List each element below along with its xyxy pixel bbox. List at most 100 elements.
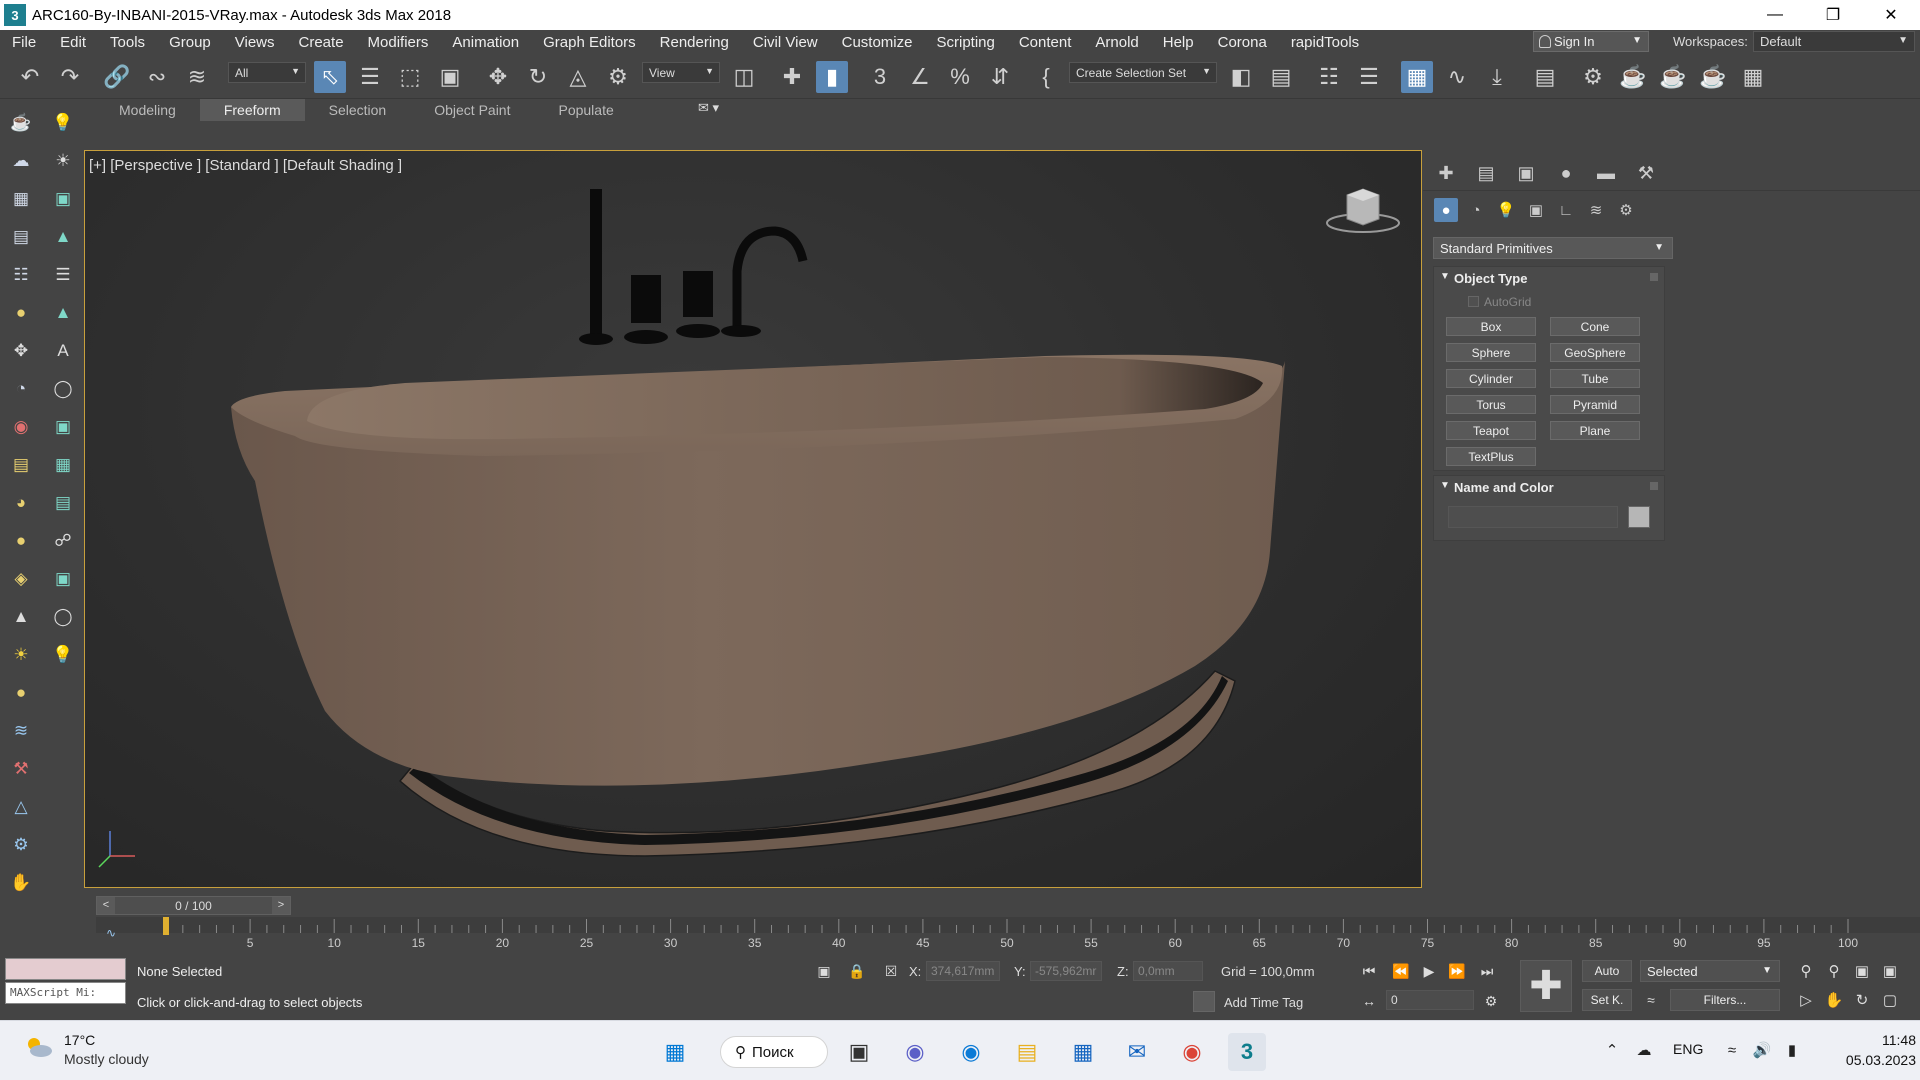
pan-view-icon[interactable]: ✋ bbox=[1823, 989, 1845, 1011]
utilities-tab-icon[interactable]: ⚒ bbox=[1633, 160, 1659, 186]
menu-content[interactable]: Content bbox=[1007, 34, 1084, 51]
redo-icon[interactable]: ↷ bbox=[54, 61, 86, 93]
menu-rendering[interactable]: Rendering bbox=[648, 34, 741, 51]
motion-tab-icon[interactable]: ● bbox=[1553, 160, 1579, 186]
name-and-color-header[interactable]: ▼ Name and Color bbox=[1434, 476, 1664, 498]
named-selection-set-select[interactable]: Create Selection Set ▼ bbox=[1069, 62, 1217, 83]
pivot-center-icon[interactable]: ◫ bbox=[728, 61, 760, 93]
menu-group[interactable]: Group bbox=[157, 34, 223, 51]
scale-icon[interactable]: ◬ bbox=[562, 61, 594, 93]
rotate-icon[interactable]: ↻ bbox=[522, 61, 554, 93]
menu-create[interactable]: Create bbox=[287, 34, 356, 51]
frame-icon[interactable]: ▣ bbox=[50, 566, 76, 592]
keyboard-shortcut-override-icon[interactable]: ▮ bbox=[816, 61, 848, 93]
y-coordinate-field[interactable]: -575,962mr bbox=[1030, 961, 1102, 981]
list-icon[interactable]: ☰ bbox=[50, 262, 76, 288]
lights-icon[interactable]: 💡 bbox=[1494, 198, 1518, 222]
shape-icon[interactable]: ☁ bbox=[8, 148, 34, 174]
default-tangents-icon[interactable]: ≈ bbox=[1640, 989, 1662, 1011]
textplus-button[interactable]: TextPlus bbox=[1446, 447, 1536, 466]
menu-modifiers[interactable]: Modifiers bbox=[356, 34, 441, 51]
restore-button[interactable]: ❐ bbox=[1804, 0, 1862, 30]
select-by-name-icon[interactable]: ☰ bbox=[354, 61, 386, 93]
set-key-big-icon[interactable]: ✚ bbox=[1520, 960, 1572, 1012]
render-view-icon[interactable]: ▤ bbox=[50, 490, 76, 516]
current-frame-field[interactable]: 0 bbox=[1386, 990, 1474, 1010]
primitive-category-select[interactable]: Standard Primitives ▼ bbox=[1433, 237, 1673, 259]
show-hidden-icons-chevron-icon[interactable]: ⌃ bbox=[1602, 1040, 1622, 1060]
omni-light-icon[interactable]: 💡 bbox=[50, 642, 76, 668]
shapes-icon[interactable]: ◔ bbox=[1464, 198, 1488, 222]
settings-icon[interactable]: ⚙ bbox=[8, 832, 34, 858]
z-coordinate-field[interactable]: 0,0mm bbox=[1133, 961, 1203, 981]
percent-snap-icon[interactable]: % bbox=[944, 61, 976, 93]
pyramid-button[interactable]: Pyramid bbox=[1550, 395, 1640, 414]
dish-icon[interactable]: ◈ bbox=[8, 566, 34, 592]
layer-icon[interactable]: ▦ bbox=[8, 186, 34, 212]
volume-icon[interactable]: 🔊 bbox=[1752, 1040, 1772, 1060]
menu-tools[interactable]: Tools bbox=[98, 34, 157, 51]
object-color-swatch[interactable] bbox=[1628, 506, 1650, 528]
next-frame-arrow-icon[interactable]: > bbox=[272, 897, 290, 914]
table-icon[interactable]: ☷ bbox=[8, 262, 34, 288]
x-coordinate-field[interactable]: 374,617mm bbox=[926, 961, 1000, 981]
orbit-icon[interactable]: ↻ bbox=[1851, 989, 1873, 1011]
key-mode-select[interactable]: Selected ▼ bbox=[1640, 960, 1780, 982]
absolute-mode-icon[interactable]: ☒ bbox=[880, 960, 902, 982]
mail-icon[interactable]: ✉ bbox=[1118, 1033, 1156, 1071]
teapot-icon[interactable]: ☕ bbox=[8, 110, 34, 136]
edit-named-selection-icon[interactable]: { bbox=[1030, 61, 1062, 93]
orbit-icon[interactable]: ◯ bbox=[50, 376, 76, 402]
chrome-icon[interactable]: ◉ bbox=[1173, 1033, 1211, 1071]
tab-modeling[interactable]: Modeling bbox=[95, 99, 200, 121]
key-mode-toggle-icon[interactable]: ↔ bbox=[1358, 990, 1380, 1012]
waves-icon[interactable]: ≋ bbox=[8, 718, 34, 744]
undo-icon[interactable]: ↶ bbox=[14, 61, 46, 93]
select-object-icon[interactable]: ⬁ bbox=[314, 61, 346, 93]
group-icon[interactable]: ☍ bbox=[50, 528, 76, 554]
particle-icon[interactable]: ◉ bbox=[8, 414, 34, 440]
tab-freeform[interactable]: Freeform bbox=[199, 99, 305, 121]
schematic-view-icon[interactable]: ▤ bbox=[1529, 61, 1561, 93]
selection-lock-icon[interactable]: 🔒 bbox=[846, 960, 868, 982]
bind-space-warp-icon[interactable]: ≋ bbox=[181, 61, 213, 93]
rendered-frame-window-icon[interactable]: ☕ bbox=[1617, 61, 1649, 93]
clock-time[interactable]: 11:48 bbox=[1860, 1032, 1916, 1048]
tools-icon[interactable]: ⚒ bbox=[8, 756, 34, 782]
menu-scripting[interactable]: Scripting bbox=[924, 34, 1006, 51]
menu-file[interactable]: File bbox=[0, 34, 48, 51]
previous-frame-icon[interactable]: ⏪ bbox=[1390, 960, 1412, 982]
align-icon[interactable]: ▤ bbox=[1265, 61, 1297, 93]
gizmo-icon[interactable]: ✥ bbox=[8, 338, 34, 364]
menu-arnold[interactable]: Arnold bbox=[1083, 34, 1150, 51]
autogrid-checkbox[interactable] bbox=[1468, 296, 1479, 307]
helpers-icon[interactable]: ∟ bbox=[1554, 198, 1578, 222]
menu-animation[interactable]: Animation bbox=[440, 34, 531, 51]
render-iterative-icon[interactable]: ☕ bbox=[1697, 61, 1729, 93]
sun-icon[interactable]: ☀ bbox=[50, 148, 76, 174]
3dsmax-app-icon[interactable]: 3 bbox=[4, 4, 26, 26]
3dsmax-taskbar-icon[interactable]: 3 bbox=[1228, 1033, 1266, 1071]
object-type-header[interactable]: ▼ Object Type bbox=[1434, 267, 1664, 289]
text-icon[interactable]: A bbox=[50, 338, 76, 364]
space-warps-icon[interactable]: ≋ bbox=[1584, 198, 1608, 222]
sphere-button[interactable]: Sphere bbox=[1446, 343, 1536, 362]
track-bar[interactable]: 5 10 15 20 25 30 35 40 45 50 55 60 65 70 75 80 85 90 95 100 bbox=[96, 917, 1920, 951]
next-frame-icon[interactable]: ⏩ bbox=[1446, 960, 1468, 982]
edge-browser-icon[interactable]: ◉ bbox=[952, 1033, 990, 1071]
selection-filter-select[interactable]: All ▼ bbox=[228, 62, 306, 83]
wifi-icon[interactable]: ≈ bbox=[1722, 1040, 1742, 1060]
plane-button[interactable]: Plane bbox=[1550, 421, 1640, 440]
bulb-icon[interactable]: ● bbox=[8, 300, 34, 326]
ribbon-options-icon[interactable]: ✉ ▾ bbox=[698, 100, 719, 116]
mini-curve-editor-icon[interactable]: ∿ bbox=[106, 926, 116, 940]
faucet-handle-2[interactable] bbox=[683, 271, 713, 317]
input-language[interactable]: ENG bbox=[1673, 1041, 1703, 1057]
light-icon[interactable]: 💡 bbox=[50, 110, 76, 136]
spotlight-icon[interactable]: ▲ bbox=[50, 300, 76, 326]
tab-selection[interactable]: Selection bbox=[305, 99, 411, 121]
weather-temperature[interactable]: 17°C bbox=[64, 1032, 95, 1048]
sphere-icon[interactable]: ● bbox=[8, 528, 34, 554]
viewport-label[interactable]: [+] [Perspective ] [Standard ] [Default … bbox=[89, 157, 402, 174]
sunlight-icon[interactable]: ☀ bbox=[8, 642, 34, 668]
